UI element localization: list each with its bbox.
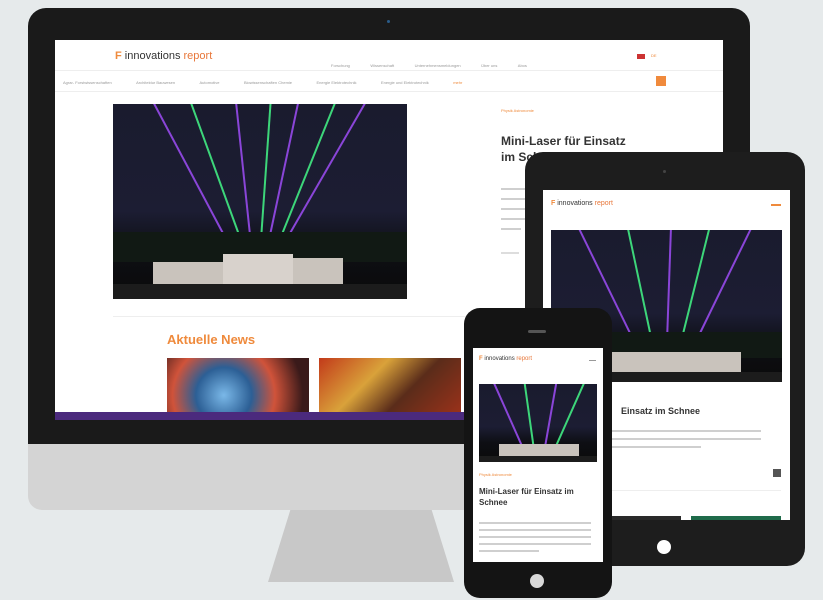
article-title[interactable]: Einsatz im Schnee (621, 406, 700, 416)
flag-icon[interactable] (637, 54, 645, 59)
article-category[interactable]: Physik Astronomie (501, 108, 534, 113)
text-line (611, 430, 761, 432)
text-line (611, 438, 761, 440)
top-nav-item[interactable]: Wissenschaft (370, 63, 394, 68)
search-icon[interactable] (656, 76, 666, 86)
home-button[interactable] (530, 574, 544, 588)
building (153, 262, 223, 284)
logo-accent-text: report (594, 200, 613, 207)
news-thumbnail[interactable] (167, 358, 309, 420)
category-nav-item[interactable]: Agrar- Forstwissenschaften (63, 80, 112, 85)
speaker-grille (528, 330, 546, 333)
building (591, 352, 741, 372)
category-nav-item[interactable]: Energie Elektrotechnik (316, 80, 356, 85)
top-nav-item[interactable]: Abos (518, 63, 527, 68)
camera-icon (663, 170, 666, 173)
logo-brand-text: innovations (124, 50, 181, 62)
section-heading: Aktuelle News (167, 332, 256, 347)
top-nav-item[interactable]: Forschung (331, 63, 350, 68)
ground (479, 456, 597, 462)
article-category[interactable]: Physik Astronomie (479, 472, 512, 477)
home-button[interactable] (657, 540, 671, 554)
logo-mark-icon: F (551, 200, 556, 207)
text-line (501, 228, 521, 230)
top-nav-item[interactable]: Über uns (481, 63, 497, 68)
site-logo[interactable]: F innovations report (551, 200, 613, 207)
phone-screen: F innovations report Physik Astronomie M… (473, 348, 603, 562)
news-thumbnail[interactable] (611, 516, 681, 520)
ground (113, 284, 407, 299)
category-nav-item[interactable]: Energie und Elektrotechnik (381, 80, 429, 85)
site-logo[interactable]: F innovations report (115, 50, 212, 62)
building (293, 258, 343, 284)
text-line (611, 446, 701, 448)
logo-accent-text: report (516, 356, 533, 362)
share-icon[interactable] (773, 469, 781, 477)
category-nav-item[interactable]: Architektur Bauwesen (136, 80, 175, 85)
read-more-link[interactable] (501, 252, 519, 254)
language-switch[interactable]: DE (651, 53, 657, 58)
building (499, 444, 579, 456)
news-thumbnail[interactable] (691, 516, 781, 520)
article-title[interactable]: Mini-Laser für Einsatz (501, 134, 626, 148)
logo-accent-text: report (183, 50, 213, 62)
category-nav: Agrar- Forstwissenschaften Architektur B… (55, 70, 723, 92)
building (223, 254, 293, 284)
news-thumbnail[interactable] (319, 358, 461, 420)
text-line (479, 529, 591, 531)
imac-stand (268, 510, 454, 582)
article-title[interactable]: Mini-Laser für Einsatz im Schnee (479, 486, 597, 508)
logo-mark-icon: F (479, 356, 483, 362)
category-nav-item[interactable]: Automotive (200, 80, 220, 85)
divider (113, 316, 513, 317)
phone-hero-image[interactable] (479, 384, 597, 462)
camera-icon (387, 20, 390, 23)
menu-icon[interactable] (589, 360, 596, 361)
category-nav-more[interactable]: mehr (453, 80, 462, 85)
logo-brand-text: innovations (484, 356, 515, 362)
top-nav-item[interactable]: Unternehmensmeldungen (415, 63, 461, 68)
logo-brand-text: innovations (557, 200, 593, 207)
site-logo[interactable]: F innovations report (479, 356, 532, 362)
logo-mark-icon: F (115, 50, 122, 62)
text-line (479, 522, 591, 524)
text-line (479, 536, 591, 538)
text-line (479, 543, 591, 545)
menu-icon[interactable] (771, 204, 781, 206)
divider (611, 490, 781, 491)
hero-image[interactable] (113, 104, 407, 299)
category-nav-item[interactable]: Biowissenschaften Chemie (244, 80, 292, 85)
text-line (479, 550, 539, 552)
